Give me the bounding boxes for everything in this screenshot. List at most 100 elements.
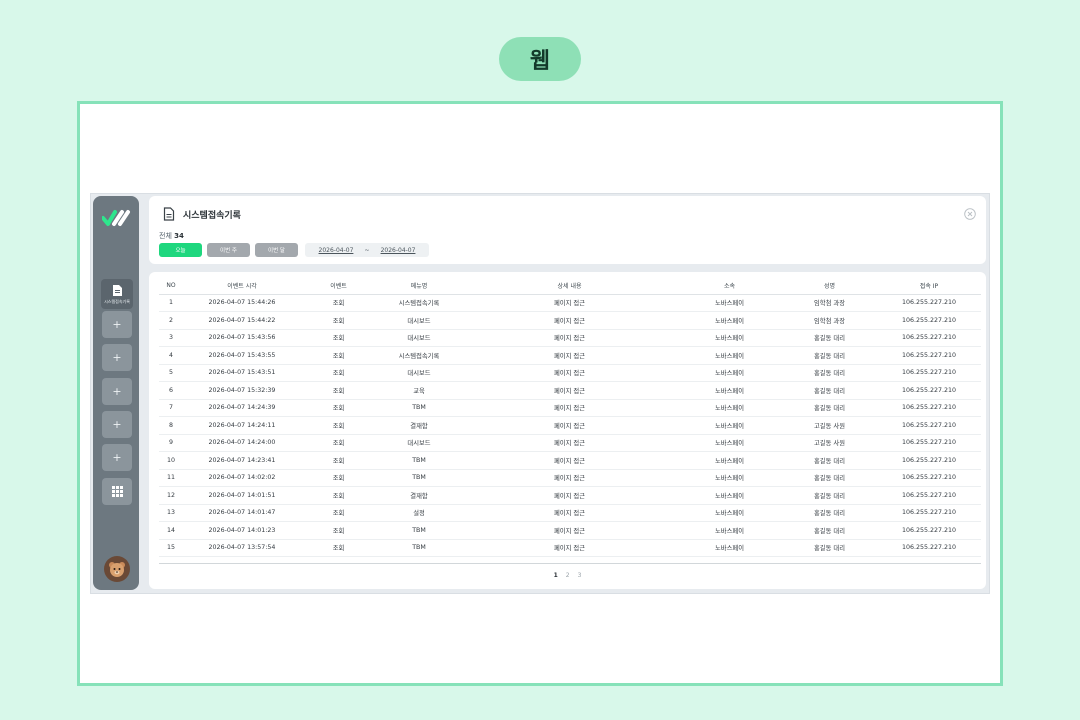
table-cell: 106.255.227.210 [877, 399, 981, 417]
table-cell: 조회 [301, 364, 376, 382]
table-cell: 노바스페이 [677, 469, 782, 487]
sidebar: 시스템접속기록 + + + + + [93, 196, 139, 590]
table-cell: 임학첨 과장 [782, 294, 877, 312]
table-cell: 시스템접속기록 [376, 294, 462, 312]
table-cell: 조회 [301, 346, 376, 365]
table-row[interactable]: 3 2026-04-07 15:43:56 조회 대시보드 페이지 접근 노바스페이 홍길동… [159, 329, 981, 347]
table-cell: TBM [376, 539, 462, 557]
table-row[interactable]: 14 2026-04-07 14:01:23 조회 TBM 페이지 접근 노바스페이 홍길동… [159, 521, 981, 540]
sidebar-add-button[interactable]: + [102, 344, 132, 371]
column-header: 이벤트 시각 [183, 278, 301, 295]
table-cell: 106.255.227.210 [877, 486, 981, 505]
table-cell: 대시보드 [376, 329, 462, 347]
table-cell: 2026-04-07 15:44:26 [183, 294, 301, 312]
sidebar-item-access-log[interactable]: 시스템접속기록 [101, 279, 133, 309]
table-cell: 106.255.227.210 [877, 469, 981, 487]
table-cell: 노바스페이 [677, 486, 782, 505]
table-row[interactable]: 10 2026-04-07 14:23:41 조회 TBM 페이지 접근 노바스페이 홍길동… [159, 451, 981, 470]
table-row[interactable]: 15 2026-04-07 13:57:54 조회 TBM 페이지 접근 노바스페이 홍길동… [159, 539, 981, 557]
table-cell: 조회 [301, 469, 376, 487]
table-cell: 홍길동 대리 [782, 399, 877, 417]
table-row[interactable]: 5 2026-04-07 15:43:51 조회 대시보드 페이지 접근 노바스페이 홍길동… [159, 364, 981, 382]
apps-grid-button[interactable] [102, 478, 132, 505]
table-cell: 대시보드 [376, 434, 462, 452]
table-cell: 노바스페이 [677, 364, 782, 382]
table-cell: 106.255.227.210 [877, 416, 981, 435]
table-cell: 조회 [301, 521, 376, 540]
table-cell: 교육 [376, 381, 462, 400]
header-card: 시스템접속기록 전체 34 오늘 이번 주 이번 달 2026-04-07 ~ … [149, 196, 986, 264]
table-cell: 페이지 접근 [462, 416, 677, 435]
table-cell: TBM [376, 521, 462, 540]
pagination: 1 2 3 [149, 572, 986, 579]
table-header-row: NO 이벤트 시각 이벤트 메뉴명 상세 내용 소속 성명 접속 IP [159, 278, 981, 295]
table-cell: 대시보드 [376, 311, 462, 330]
page-link[interactable]: 3 [578, 572, 582, 579]
table-cell: 2026-04-07 14:24:00 [183, 434, 301, 452]
page-link[interactable]: 1 [554, 572, 558, 579]
table-row[interactable]: 4 2026-04-07 15:43:55 조회 시스템접속기록 페이지 접근 노바스페이… [159, 346, 981, 365]
close-icon[interactable] [964, 208, 976, 220]
date-to[interactable]: 2026-04-07 [381, 247, 416, 254]
table-cell: 노바스페이 [677, 416, 782, 435]
column-header: 메뉴명 [376, 278, 462, 295]
table-cell: 조회 [301, 504, 376, 522]
table-cell: 노바스페이 [677, 381, 782, 400]
table-cell: 2 [159, 311, 183, 330]
date-range-picker[interactable]: 2026-04-07 ~ 2026-04-07 [305, 243, 429, 257]
table-cell: 15 [159, 539, 183, 557]
table-cell: 106.255.227.210 [877, 346, 981, 365]
table-row[interactable]: 6 2026-04-07 15:32:39 조회 교육 페이지 접근 노바스페이 홍길동 대… [159, 381, 981, 400]
filter-today-button[interactable]: 오늘 [159, 243, 202, 257]
table-cell: 홍길동 대리 [782, 521, 877, 540]
filter-bar: 오늘 이번 주 이번 달 2026-04-07 ~ 2026-04-07 [159, 243, 429, 257]
table-row[interactable]: 11 2026-04-07 14:02:02 조회 TBM 페이지 접근 노바스페이 홍길동… [159, 469, 981, 487]
table-cell: 조회 [301, 434, 376, 452]
table-cell: 홍길동 대리 [782, 364, 877, 382]
table-cell: 홍길동 대리 [782, 329, 877, 347]
table-cell: 5 [159, 364, 183, 382]
table-cell: 홍길동 대리 [782, 346, 877, 365]
table-cell: 2026-04-07 15:43:56 [183, 329, 301, 347]
sidebar-add-button[interactable]: + [102, 378, 132, 405]
avatar[interactable] [104, 556, 130, 582]
table-cell: 106.255.227.210 [877, 364, 981, 382]
table-row[interactable]: 9 2026-04-07 14:24:00 조회 대시보드 페이지 접근 노바스페이 고길동… [159, 434, 981, 452]
table-cell: 2026-04-07 14:01:51 [183, 486, 301, 505]
table-row[interactable]: 1 2026-04-07 15:44:26 조회 시스템접속기록 페이지 접근 노바스페이… [159, 294, 981, 312]
document-icon [163, 207, 175, 221]
table-cell: 임학첨 과장 [782, 311, 877, 330]
table-row[interactable]: 12 2026-04-07 14:01:51 조회 결재함 페이지 접근 노바스페이 홍길동… [159, 486, 981, 505]
page-link[interactable]: 2 [566, 572, 570, 579]
total-count: 전체 34 [159, 231, 184, 241]
table-cell: 홍길동 대리 [782, 486, 877, 505]
table-cell: 13 [159, 504, 183, 522]
table-cell: 조회 [301, 399, 376, 417]
table-cell: 9 [159, 434, 183, 452]
table-row[interactable]: 8 2026-04-07 14:24:11 조회 결재함 페이지 접근 노바스페이 고길동 … [159, 416, 981, 435]
filter-this-month-button[interactable]: 이번 달 [255, 243, 298, 257]
app-screen: 시스템접속기록 + + + + + 시스템접속기록 전체 34 오늘 이번 주 … [90, 193, 990, 594]
table-cell: 페이지 접근 [462, 521, 677, 540]
date-from[interactable]: 2026-04-07 [319, 247, 354, 254]
logo-icon [102, 210, 130, 226]
table-cell: 3 [159, 329, 183, 347]
page-title: 시스템접속기록 [183, 210, 241, 221]
table-row[interactable]: 13 2026-04-07 14:01:47 조회 설정 페이지 접근 노바스페이 홍길동 … [159, 504, 981, 522]
table-cell: 106.255.227.210 [877, 311, 981, 330]
table-row[interactable]: 7 2026-04-07 14:24:39 조회 TBM 페이지 접근 노바스페이 홍길동 … [159, 399, 981, 417]
table-cell: 7 [159, 399, 183, 417]
sidebar-add-button[interactable]: + [102, 311, 132, 338]
table-cell: 노바스페이 [677, 346, 782, 365]
table-row[interactable]: 2 2026-04-07 15:44:22 조회 대시보드 페이지 접근 노바스페이 임학첨… [159, 311, 981, 330]
sidebar-add-button[interactable]: + [102, 444, 132, 471]
table-cell: 노바스페이 [677, 539, 782, 557]
table-cell: TBM [376, 451, 462, 470]
table-cell: 홍길동 대리 [782, 504, 877, 522]
table-cell: 8 [159, 416, 183, 435]
filter-this-week-button[interactable]: 이번 주 [207, 243, 250, 257]
document-icon [113, 284, 122, 296]
sidebar-add-button[interactable]: + [102, 411, 132, 438]
table-cell: 페이지 접근 [462, 346, 677, 365]
table-cell: 노바스페이 [677, 521, 782, 540]
